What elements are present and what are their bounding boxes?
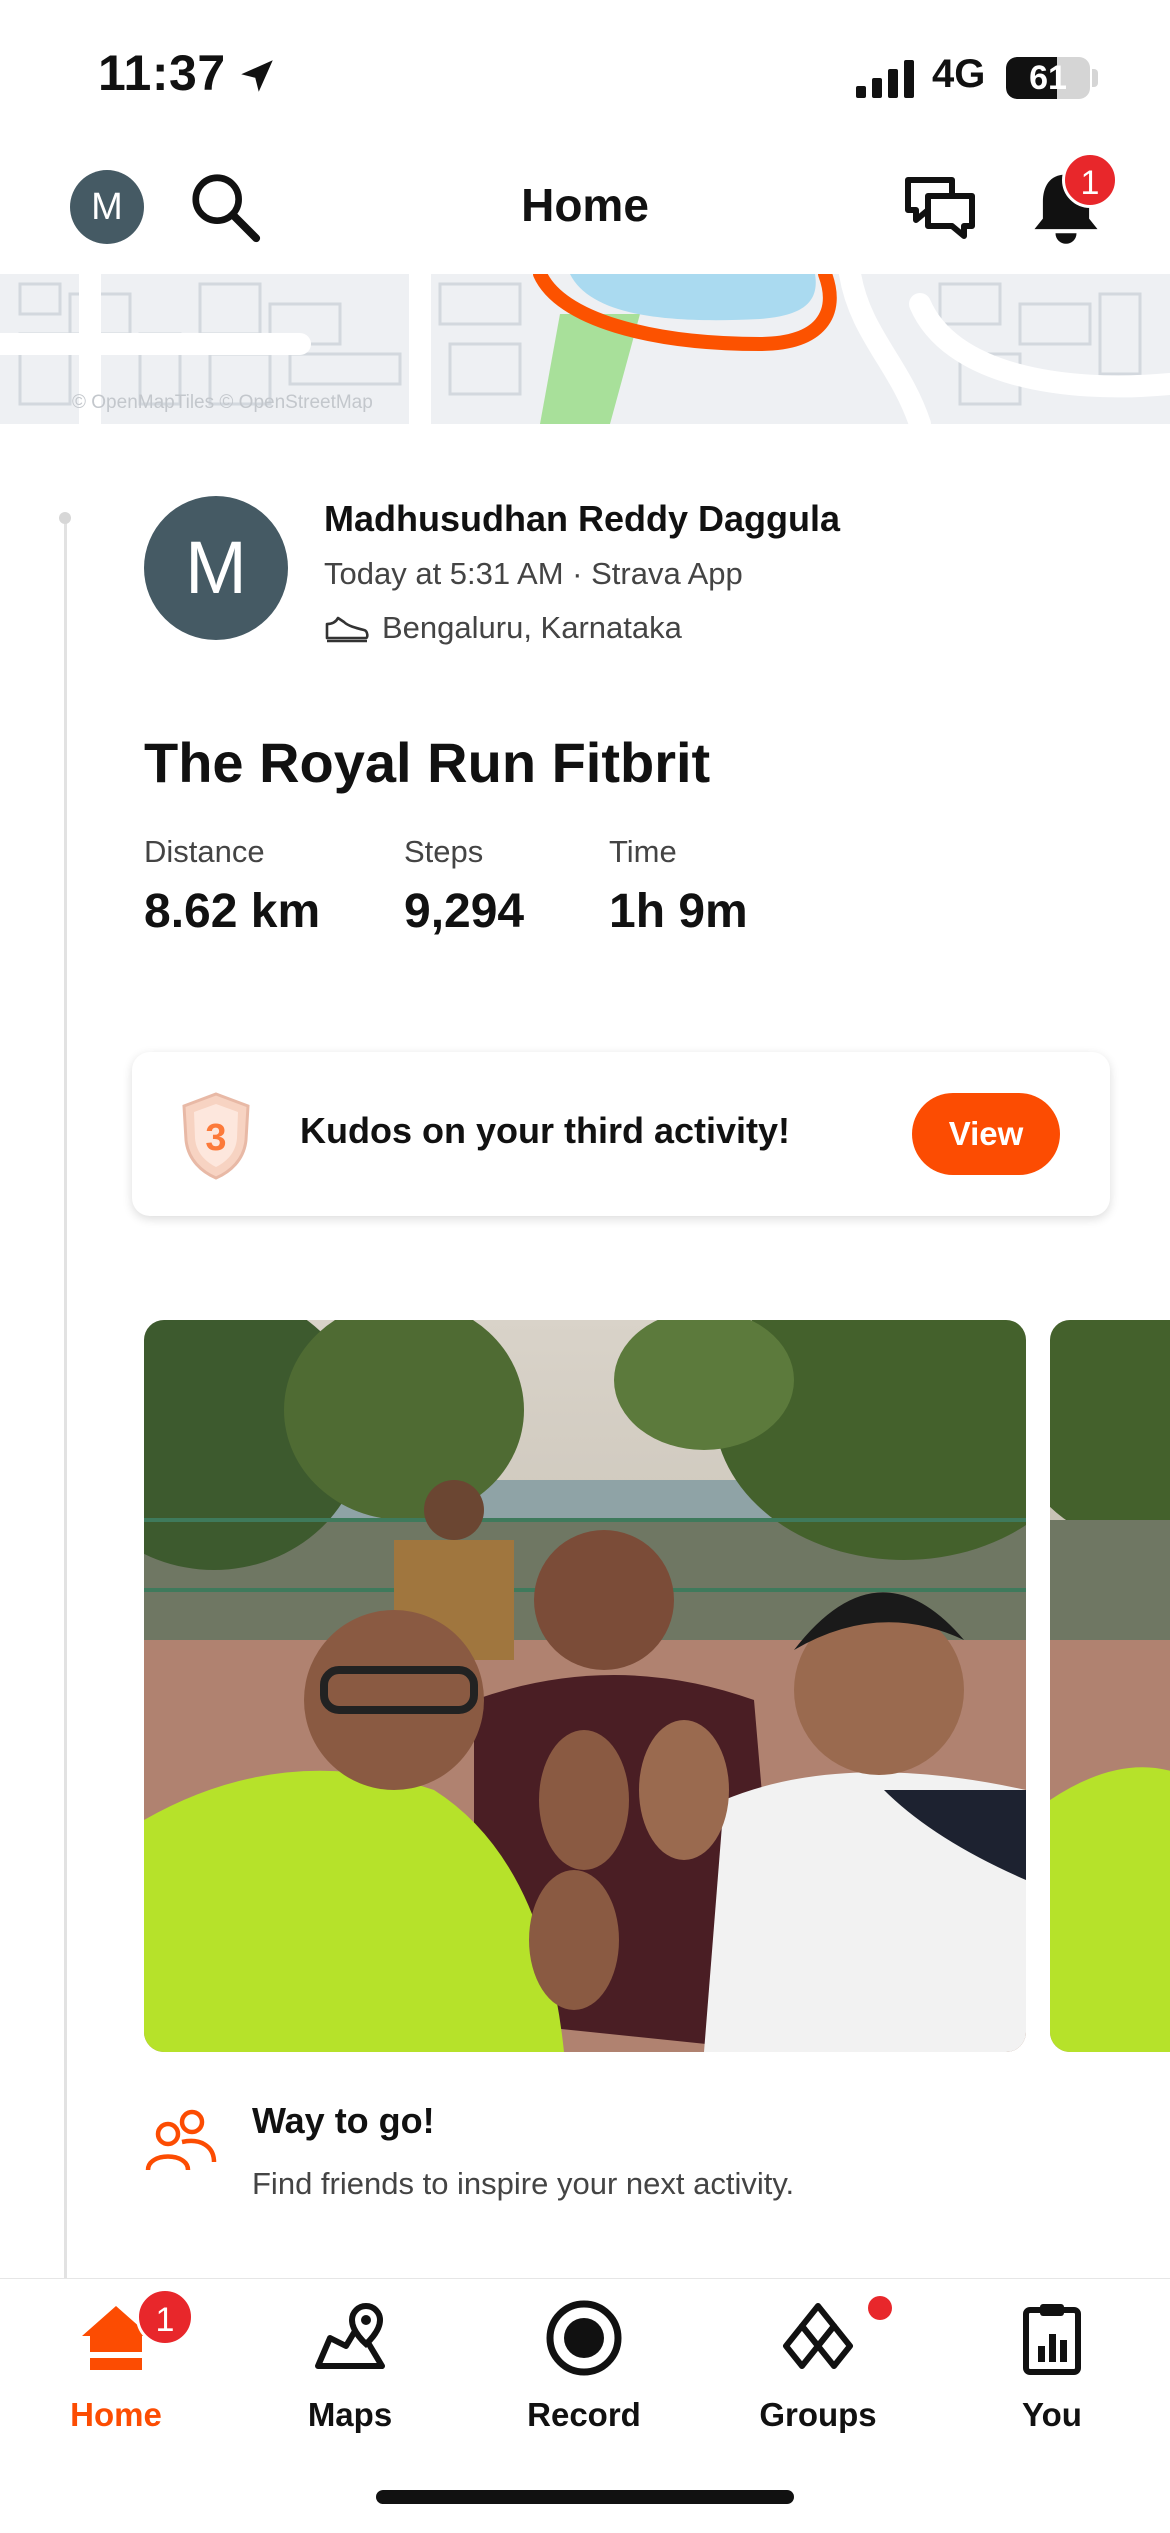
kudos-badge-number: 3 xyxy=(205,1117,226,1159)
tab-maps-label: Maps xyxy=(307,2396,393,2433)
tab-home-label: Home xyxy=(70,2396,162,2433)
third-activity-badge-icon: 3 xyxy=(182,1092,250,1180)
athlete-avatar[interactable]: M xyxy=(144,496,288,640)
activity-location: Bengaluru, Karnataka xyxy=(382,610,682,645)
battery-cap xyxy=(1092,69,1098,87)
stat-time-value: 1h 9m xyxy=(609,885,748,938)
stat-steps-label: Steps xyxy=(404,834,484,869)
map-attribution: © OpenMapTiles © OpenStreetMap xyxy=(72,392,373,413)
battery-percentage: 61 xyxy=(1029,59,1067,97)
network-type: 4G xyxy=(932,52,986,96)
stat-distance-value: 8.62 km xyxy=(144,885,321,938)
activity-title[interactable]: The Royal Run Fitbrit xyxy=(144,730,710,795)
athlete-name[interactable]: Madhusudhan Reddy Daggula xyxy=(324,498,840,540)
friends-icon xyxy=(145,2109,217,2171)
stat-steps-value: 9,294 xyxy=(404,885,525,938)
activity-photo-next[interactable] xyxy=(1050,1320,1170,2052)
cellular-signal-icon xyxy=(856,60,914,98)
group-selfie-photo xyxy=(144,1320,1026,2052)
kudos-message: Kudos on your third activity! xyxy=(300,1110,791,1151)
tab-you-label: You xyxy=(1022,2396,1082,2433)
tab-groups-label: Groups xyxy=(759,2396,877,2433)
home-tab-badge: 1 xyxy=(136,2288,194,2346)
notification-badge: 1 xyxy=(1062,152,1118,208)
activity-photo[interactable] xyxy=(144,1320,1026,2052)
status-time: 11:37 xyxy=(98,45,226,101)
groups-icon xyxy=(783,2303,853,2369)
feed-timeline-line xyxy=(64,520,67,2280)
battery-icon: 61 xyxy=(1006,57,1090,99)
tab-you[interactable]: You xyxy=(972,2290,1132,2440)
record-icon xyxy=(546,2300,622,2376)
maps-icon xyxy=(315,2302,385,2369)
shoe-icon xyxy=(325,616,369,643)
chat-icon[interactable] xyxy=(900,168,980,248)
groups-notification-dot xyxy=(868,2296,892,2320)
stat-time-label: Time xyxy=(609,834,677,869)
tab-record-label: Record xyxy=(527,2396,641,2433)
kudos-view-button[interactable]: View xyxy=(912,1093,1060,1175)
page-title: Home xyxy=(521,179,649,231)
way-to-go-subtitle[interactable]: Find friends to inspire your next activi… xyxy=(252,2166,794,2202)
way-to-go-title: Way to go! xyxy=(252,2100,435,2141)
stat-distance-label: Distance xyxy=(144,834,265,869)
location-arrow-icon xyxy=(241,60,273,92)
next-photo-preview xyxy=(1050,1320,1170,2052)
tab-maps[interactable]: Maps xyxy=(270,2290,430,2440)
activity-meta: Today at 5:31 AM · Strava App xyxy=(324,556,743,591)
home-indicator[interactable] xyxy=(376,2490,794,2504)
feed-timeline-dot xyxy=(59,512,71,524)
you-clipboard-icon xyxy=(1023,2304,1081,2375)
tab-record[interactable]: Record xyxy=(504,2290,664,2440)
